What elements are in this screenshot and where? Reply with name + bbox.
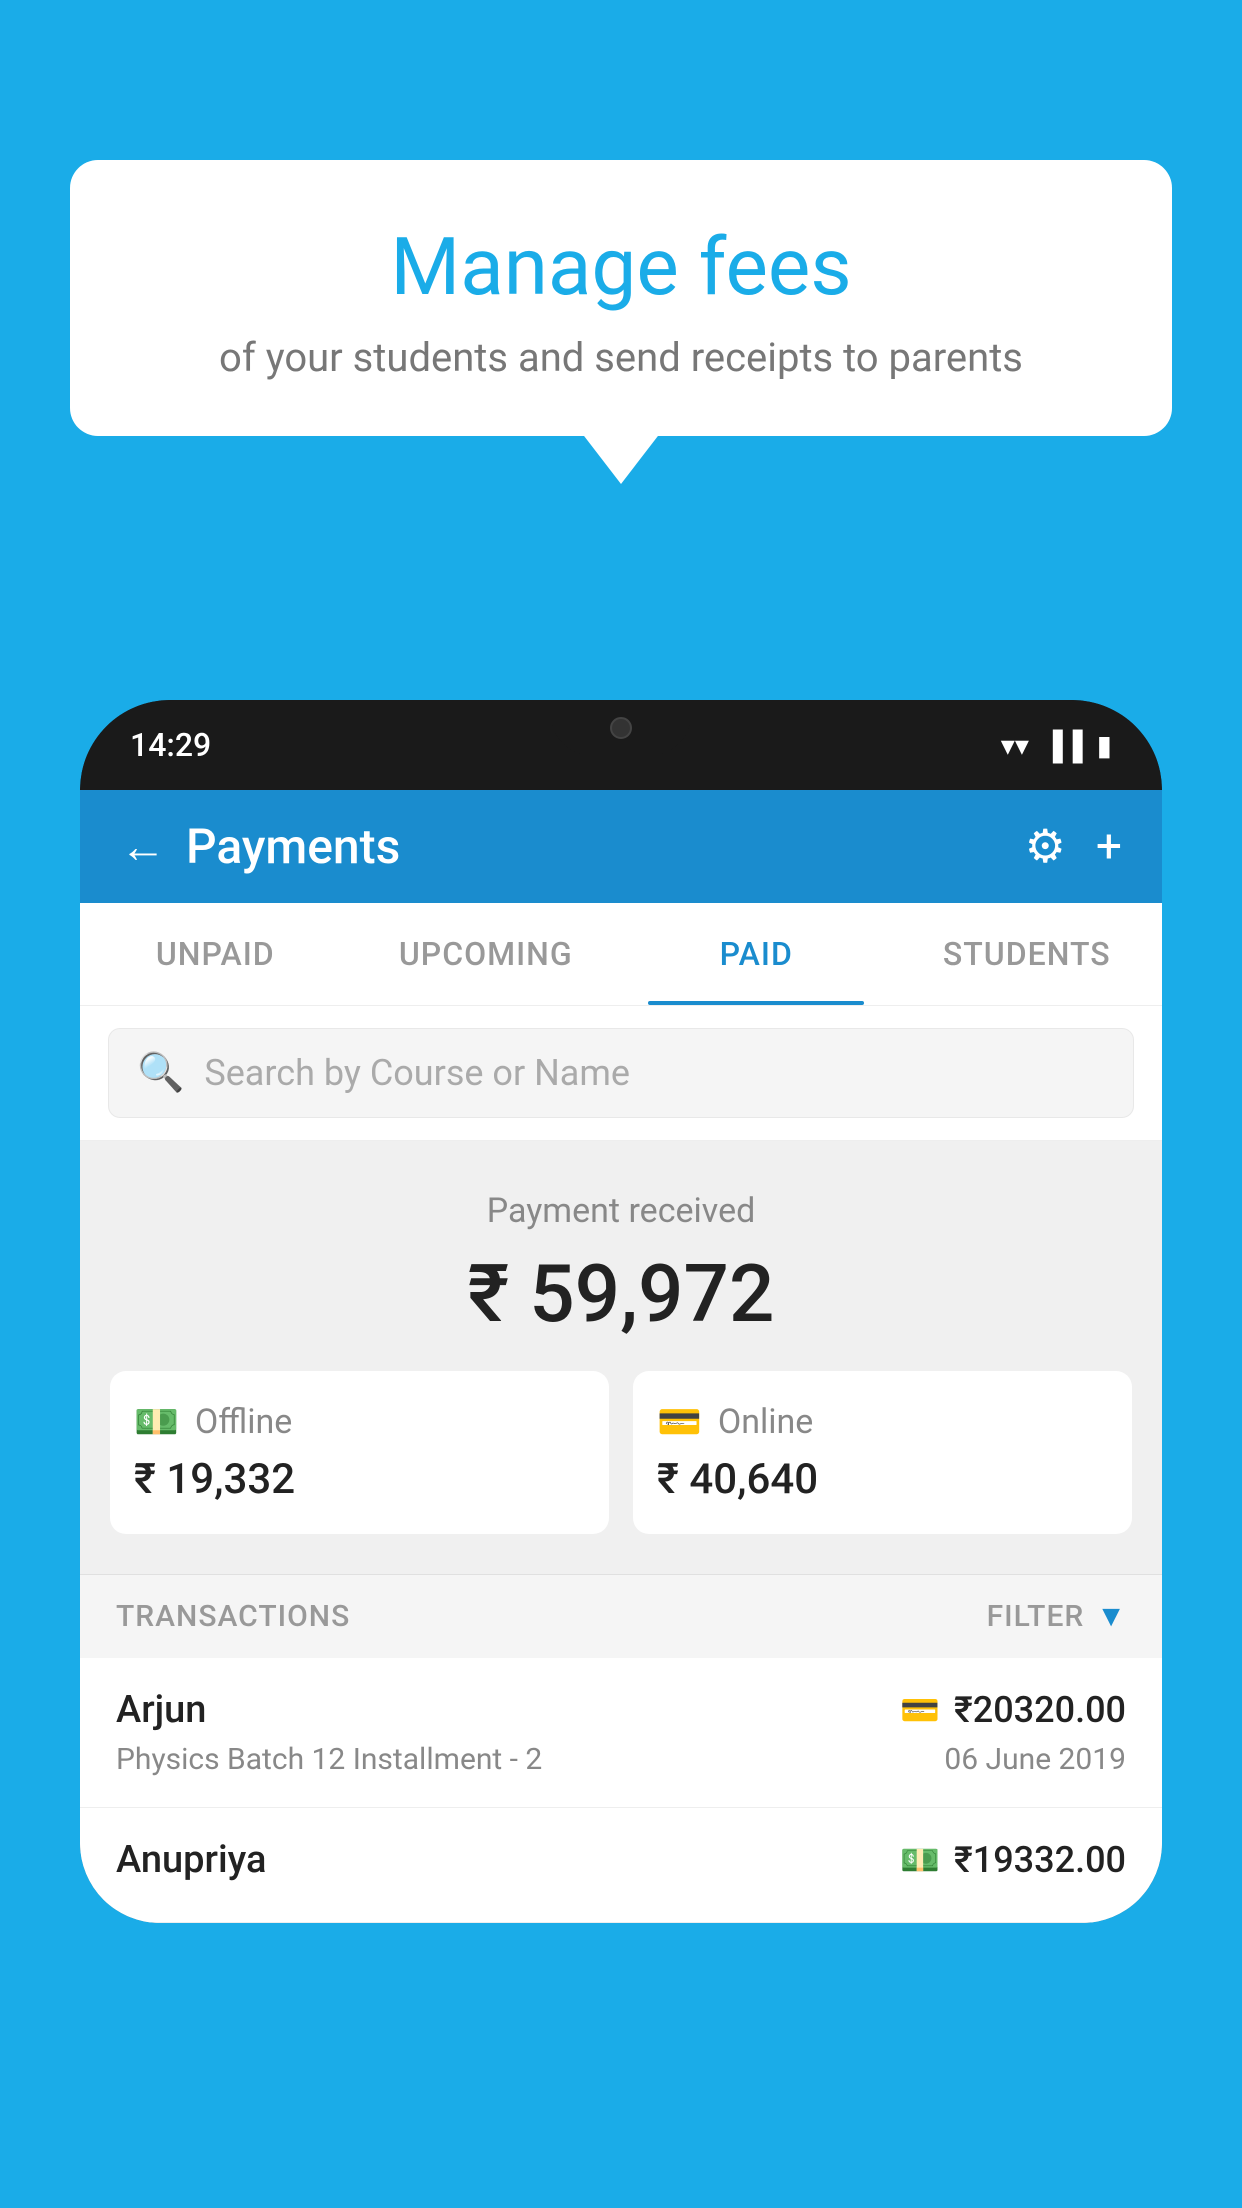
- search-icon: 🔍: [137, 1051, 184, 1095]
- payment-received-amount: ₹ 59,972: [110, 1247, 1132, 1341]
- header-right: ⚙ +: [1025, 819, 1122, 874]
- status-icons: ▾▾ ▐▐ ▮: [1001, 729, 1112, 762]
- phone-screen: ← Payments ⚙ + UNPAID UPCOMING PAID: [80, 790, 1162, 1923]
- offline-card: 💵 Offline ₹ 19,332: [110, 1371, 609, 1534]
- status-time: 14:29: [130, 726, 211, 764]
- cash-icon: 💵: [134, 1401, 179, 1443]
- date-arjun: 06 June 2019: [944, 1742, 1126, 1777]
- amount-anupriya: ₹19332.00: [954, 1839, 1126, 1881]
- transactions-header: TRANSACTIONS FILTER ▼: [80, 1574, 1162, 1658]
- transaction-row1-anupriya: Anupriya 💵 ₹19332.00: [116, 1838, 1126, 1882]
- transaction-item-anupriya[interactable]: Anupriya 💵 ₹19332.00: [80, 1808, 1162, 1923]
- offline-amount: ₹ 19,332: [134, 1455, 585, 1504]
- transaction-row1: Arjun 💳 ₹20320.00: [116, 1688, 1126, 1732]
- offline-label: Offline: [195, 1402, 292, 1442]
- student-name-arjun: Arjun: [116, 1688, 206, 1732]
- online-card-header: 💳 Online: [657, 1401, 1108, 1443]
- card-icon: 💳: [657, 1401, 702, 1443]
- header-left: ← Payments: [120, 818, 400, 875]
- bubble-subtitle: of your students and send receipts to pa…: [120, 334, 1122, 381]
- filter-container[interactable]: FILTER ▼: [987, 1599, 1126, 1634]
- cash-payment-icon: 💵: [900, 1841, 940, 1879]
- card-payment-icon: 💳: [900, 1691, 940, 1729]
- tab-students[interactable]: STUDENTS: [892, 903, 1163, 1005]
- online-amount: ₹ 40,640: [657, 1455, 1108, 1504]
- notch: [551, 700, 691, 755]
- search-bar[interactable]: 🔍 Search by Course or Name: [108, 1028, 1134, 1118]
- amount-row-arjun: 💳 ₹20320.00: [900, 1689, 1126, 1731]
- payment-cards: 💵 Offline ₹ 19,332 💳 Online ₹ 40,640: [110, 1371, 1132, 1534]
- search-container: 🔍 Search by Course or Name: [80, 1006, 1162, 1141]
- back-button[interactable]: ←: [120, 819, 166, 874]
- app-header: ← Payments ⚙ +: [80, 790, 1162, 903]
- transaction-item-arjun[interactable]: Arjun 💳 ₹20320.00 Physics Batch 12 Insta…: [80, 1658, 1162, 1808]
- transactions-label: TRANSACTIONS: [116, 1599, 350, 1634]
- battery-icon: ▮: [1097, 729, 1112, 762]
- phone-device: 14:29 ▾▾ ▐▐ ▮ ← Payments ⚙ +: [80, 700, 1162, 2208]
- camera: [610, 717, 632, 739]
- student-name-anupriya: Anupriya: [116, 1838, 266, 1882]
- payment-received-label: Payment received: [110, 1191, 1132, 1231]
- search-placeholder: Search by Course or Name: [204, 1052, 630, 1094]
- wifi-icon: ▾▾: [1001, 729, 1029, 762]
- signal-icon: ▐▐: [1043, 729, 1083, 762]
- add-button[interactable]: +: [1096, 820, 1122, 874]
- tab-unpaid[interactable]: UNPAID: [80, 903, 351, 1005]
- payment-received-section: Payment received ₹ 59,972 💵 Offline ₹ 19…: [80, 1141, 1162, 1574]
- online-label: Online: [718, 1402, 814, 1442]
- speech-bubble: Manage fees of your students and send re…: [70, 160, 1172, 436]
- tabs-bar: UNPAID UPCOMING PAID STUDENTS: [80, 903, 1162, 1006]
- tab-upcoming[interactable]: UPCOMING: [351, 903, 622, 1005]
- filter-icon: ▼: [1096, 1599, 1126, 1634]
- status-bar: 14:29 ▾▾ ▐▐ ▮: [80, 700, 1162, 790]
- online-card: 💳 Online ₹ 40,640: [633, 1371, 1132, 1534]
- tab-paid[interactable]: PAID: [621, 903, 892, 1005]
- app-header-title: Payments: [186, 818, 400, 875]
- amount-arjun: ₹20320.00: [954, 1689, 1126, 1731]
- bubble-title: Manage fees: [120, 220, 1122, 314]
- transaction-row2: Physics Batch 12 Installment - 2 06 June…: [116, 1742, 1126, 1777]
- course-arjun: Physics Batch 12 Installment - 2: [116, 1742, 542, 1777]
- offline-card-header: 💵 Offline: [134, 1401, 585, 1443]
- amount-row-anupriya: 💵 ₹19332.00: [900, 1839, 1126, 1881]
- phone-outer: 14:29 ▾▾ ▐▐ ▮ ← Payments ⚙ +: [80, 700, 1162, 1923]
- filter-label: FILTER: [987, 1599, 1085, 1634]
- settings-icon[interactable]: ⚙: [1025, 819, 1066, 874]
